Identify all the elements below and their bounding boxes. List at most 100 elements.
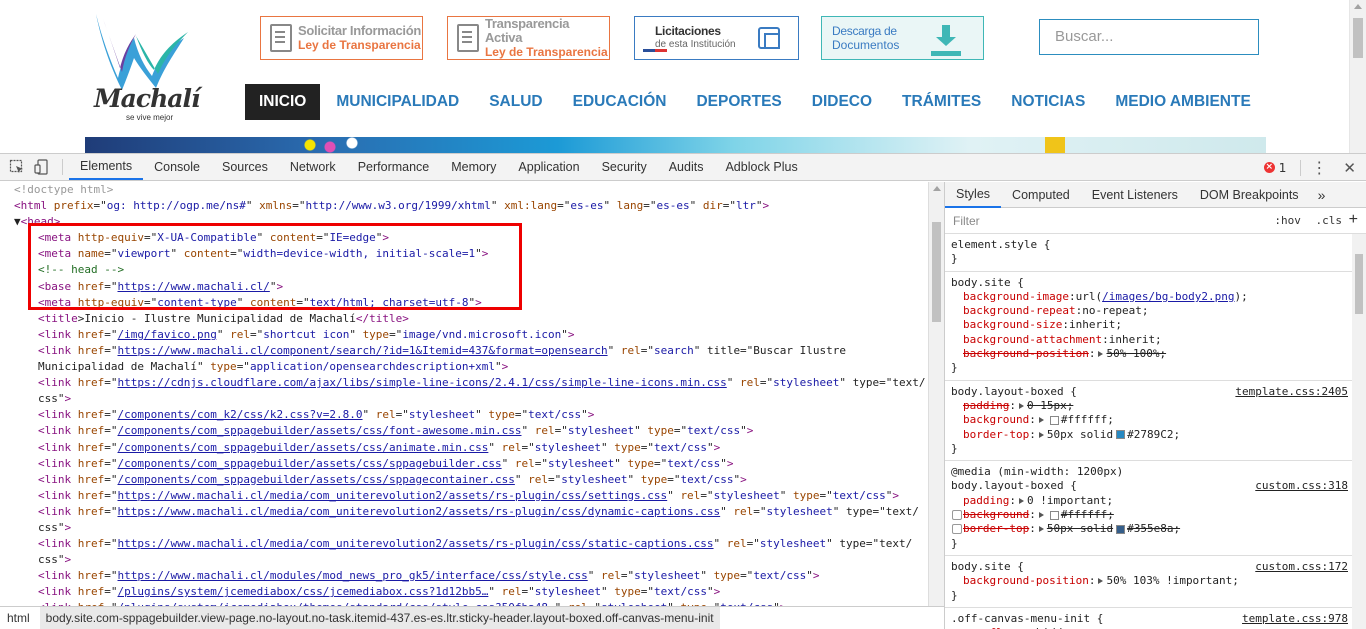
dom-node[interactable]: <link href="https://www.machali.cl/compo… [0, 343, 928, 359]
scroll-thumb[interactable] [1355, 254, 1363, 314]
tab-styles[interactable]: Styles [945, 182, 1002, 208]
property-value[interactable]: 50px solid [1047, 428, 1113, 442]
property-value[interactable]: url(/images/bg-body2.png); [1076, 290, 1248, 304]
property-name[interactable]: background-attachment [963, 333, 1102, 347]
tab-event-listeners[interactable]: Event Listeners [1081, 183, 1189, 207]
property-value[interactable]: 50% 100%; [1106, 347, 1166, 361]
property-value[interactable]: no-repeat; [1082, 304, 1148, 318]
property-value[interactable]: 0 !important; [1027, 494, 1113, 508]
dom-node[interactable]: <link href="/components/com_k2/css/k2.cs… [0, 407, 928, 423]
solicitar-informacion-button[interactable]: Solicitar Información Ley de Transparenc… [260, 16, 423, 60]
css-source-link[interactable]: custom.css:172 [1255, 560, 1348, 574]
property-checkbox[interactable] [952, 510, 962, 521]
css-property[interactable]: background-image: url(/images/bg-body2.p… [951, 290, 1360, 304]
device-toolbar-icon[interactable] [34, 159, 50, 175]
dom-node[interactable]: css"> [0, 520, 928, 536]
property-value[interactable]: 50% 103% !important; [1106, 574, 1238, 588]
nav-item-medio-ambiente[interactable]: MEDIO AMBIENTE [1115, 84, 1250, 120]
css-property[interactable]: background: #ffffff; [951, 413, 1360, 427]
property-value[interactable]: inherit; [1069, 318, 1122, 332]
tab-application[interactable]: Application [507, 154, 590, 180]
add-rule-icon[interactable]: + [1349, 211, 1358, 229]
property-name[interactable]: padding [963, 399, 1009, 413]
css-rule[interactable]: body.site {custom.css:172 background-posi… [945, 556, 1366, 608]
dom-tree-scrollbar[interactable] [928, 182, 944, 607]
css-selector[interactable]: body.site { [951, 276, 1360, 290]
expand-triangle-icon[interactable] [1098, 351, 1104, 358]
nav-item-inicio[interactable]: INICIO [245, 84, 321, 120]
property-name[interactable]: background-repeat [963, 304, 1076, 318]
tab-network[interactable]: Network [279, 154, 347, 180]
nav-item-deportes[interactable]: DEPORTES [696, 84, 781, 120]
nav-item-tramites[interactable]: TRÁMITES [902, 84, 981, 120]
tab-console[interactable]: Console [143, 154, 211, 180]
cls-toggle[interactable]: .cls [1316, 214, 1343, 227]
dom-node[interactable]: <link href="/components/com_sppagebuilde… [0, 423, 928, 439]
css-property[interactable]: background: #ffffff; [951, 508, 1360, 522]
tab-performance[interactable]: Performance [347, 154, 441, 180]
nav-item-municipalidad[interactable]: MUNICIPALIDAD [336, 84, 459, 120]
breadcrumb-body[interactable]: body.site.com-sppagebuilder.view-page.no… [39, 607, 720, 629]
property-name[interactable]: padding [963, 494, 1009, 508]
color-swatch[interactable] [1116, 430, 1126, 440]
dom-node[interactable]: <!doctype html> [0, 182, 928, 198]
breadcrumb-html[interactable]: html [0, 611, 40, 625]
tab-security[interactable]: Security [591, 154, 658, 180]
dom-node[interactable]: <link href="/components/com_sppagebuilde… [0, 472, 928, 488]
css-rule[interactable]: body.site {background-image: url(/images… [945, 272, 1366, 381]
expand-triangle-icon[interactable] [1038, 526, 1044, 533]
property-name[interactable]: border-top [963, 522, 1029, 536]
tab-adblock-plus[interactable]: Adblock Plus [714, 154, 808, 180]
tab-elements[interactable]: Elements [69, 154, 144, 180]
property-checkbox[interactable] [952, 524, 962, 535]
dom-node[interactable]: <link href="https://cdnjs.cloudflare.com… [0, 375, 928, 391]
property-name[interactable]: background-position [963, 574, 1089, 588]
expand-triangle-icon[interactable] [1018, 403, 1024, 410]
page-scrollbar[interactable] [1349, 0, 1366, 153]
property-value[interactable]: inherit; [1109, 333, 1162, 347]
property-value[interactable]: #ffffff; [1061, 508, 1114, 522]
descarga-documentos-button[interactable]: Descarga de Documentos [821, 16, 984, 60]
css-property[interactable]: background-size: inherit; [951, 318, 1360, 332]
tab-computed[interactable]: Computed [1001, 183, 1081, 207]
expand-triangle-icon[interactable] [1038, 431, 1044, 438]
css-source-link[interactable]: custom.css:318 [1255, 479, 1348, 493]
property-value[interactable]: #ffffff; [1061, 413, 1114, 427]
tab-dom-breakpoints[interactable]: DOM Breakpoints [1189, 183, 1310, 207]
more-tabs-icon[interactable]: » [1310, 187, 1334, 203]
dom-node[interactable]: <html prefix="og: http://ogp.me/ns#" xml… [0, 198, 928, 214]
color-swatch[interactable] [1049, 510, 1059, 520]
styles-filter[interactable]: Filter :hov .cls + [945, 208, 1366, 234]
property-value[interactable]: 50px solid [1047, 522, 1113, 536]
property-name[interactable]: background-size [963, 318, 1062, 332]
scroll-up-icon[interactable] [933, 186, 941, 191]
property-value[interactable]: #2789C2; [1127, 428, 1180, 442]
dom-node[interactable]: <link href="/plugins/system/jcemediabox/… [0, 584, 928, 600]
tab-memory[interactable]: Memory [440, 154, 507, 180]
nav-item-salud[interactable]: SALUD [489, 84, 542, 120]
css-source-link[interactable]: template.css:978 [1242, 612, 1348, 626]
filter-input[interactable]: Filter [953, 214, 980, 228]
css-rule[interactable]: element.style {} [945, 234, 1366, 272]
tab-sources[interactable]: Sources [211, 154, 279, 180]
nav-item-noticias[interactable]: NOTICIAS [1011, 84, 1085, 120]
css-rule[interactable]: body.layout-boxed {template.css:2405 padd… [945, 381, 1366, 462]
css-property[interactable]: background-position: 50% 103% !important… [951, 574, 1360, 588]
nav-item-educacion[interactable]: EDUCACIÓN [573, 84, 667, 120]
more-options-icon[interactable]: ⋮ [1311, 159, 1327, 175]
property-name[interactable]: background [963, 508, 1029, 522]
css-selector[interactable]: element.style { [951, 238, 1360, 252]
css-source-link[interactable]: template.css:2405 [1235, 385, 1348, 399]
error-icon[interactable]: × [1263, 162, 1275, 173]
scroll-up-icon[interactable] [1354, 4, 1362, 9]
dom-node[interactable]: <link href="https://www.machali.cl/media… [0, 536, 928, 552]
property-name[interactable]: background [963, 413, 1029, 427]
dom-node[interactable]: <title>Inicio - Ilustre Municipalidad de… [0, 311, 928, 327]
property-name[interactable]: background-position [963, 347, 1089, 361]
tab-audits[interactable]: Audits [658, 154, 715, 180]
scroll-thumb[interactable] [1353, 18, 1363, 58]
dom-node[interactable]: <link href="/components/com_sppagebuilde… [0, 440, 928, 456]
color-swatch[interactable] [1116, 524, 1126, 534]
css-property[interactable]: border-top: 50px solid #2789C2; [951, 428, 1360, 442]
styles-scrollbar[interactable] [1352, 234, 1366, 629]
